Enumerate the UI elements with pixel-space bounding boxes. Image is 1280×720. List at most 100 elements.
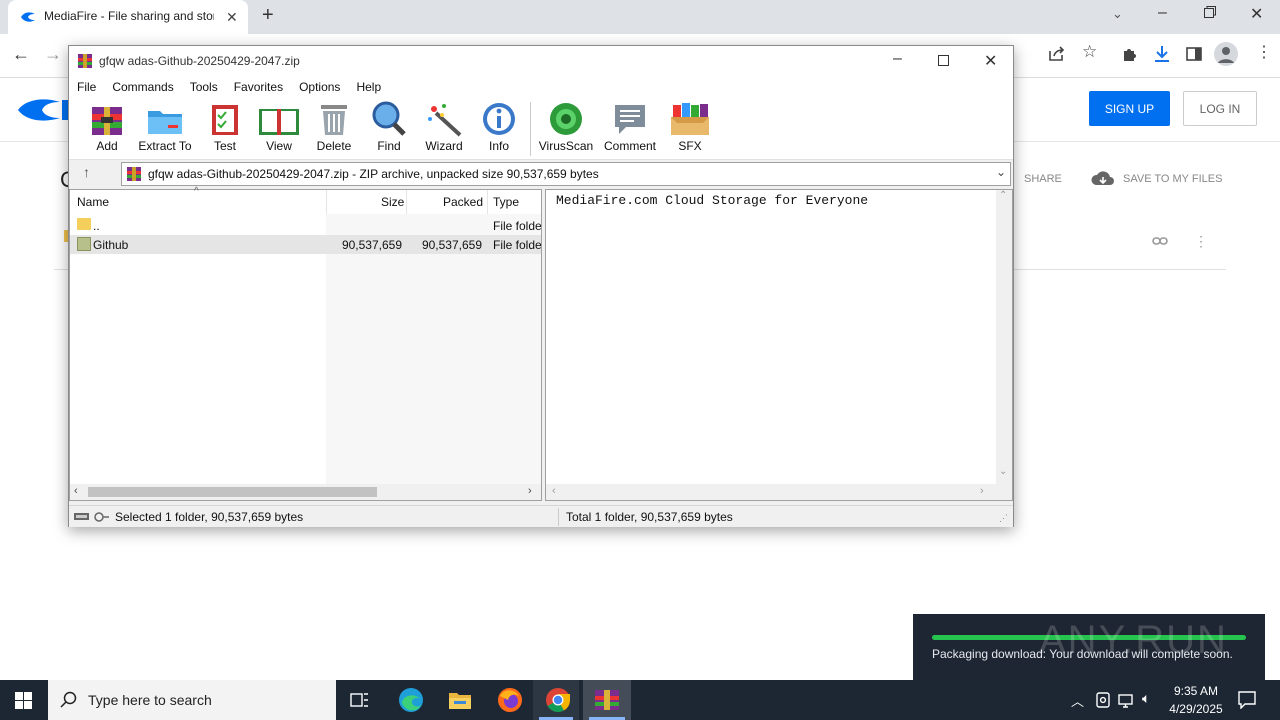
more-options-icon[interactable]: ⋮ xyxy=(1194,233,1208,250)
clock-date[interactable]: 4/29/2025 xyxy=(1163,702,1229,716)
comment-hscrollbar[interactable]: ‹ › xyxy=(546,484,1012,500)
table-row[interactable]: Github 90,537,659 90,537,659 File folder xyxy=(70,235,541,254)
scroll-down-icon[interactable]: ⌄ xyxy=(999,466,1007,477)
tray-chevron-up-icon[interactable]: ︿ xyxy=(1071,691,1084,710)
scroll-left-icon[interactable]: ‹ xyxy=(74,485,78,497)
copy-link-icon[interactable] xyxy=(1152,236,1168,246)
taskbar-winrar-slot[interactable] xyxy=(583,680,631,720)
address-dropdown[interactable]: gfqw adas-Github-20250429-2047.zip - ZIP… xyxy=(121,162,1011,186)
menu-file[interactable]: File xyxy=(69,80,104,94)
scroll-left-icon[interactable]: ‹ xyxy=(552,485,556,497)
extensions-puzzle-icon[interactable] xyxy=(1122,46,1138,62)
row-type: File folder xyxy=(493,219,541,233)
tray-volume-icon[interactable]: 🔈︎ xyxy=(1142,690,1150,707)
row-size: 90,537,659 xyxy=(341,238,402,252)
tray-device-icon[interactable] xyxy=(1096,692,1110,708)
tool-info-button[interactable]: Info xyxy=(469,101,529,153)
col-type-header[interactable]: Type xyxy=(493,190,519,214)
drive-keys-icon xyxy=(74,512,110,522)
winrar-minimize-icon[interactable]: – xyxy=(893,50,902,68)
share-page-icon[interactable] xyxy=(1048,46,1066,62)
file-list-header: ^ Name Size Packed Type xyxy=(70,186,541,214)
horizontal-scrollbar[interactable]: ‹ › xyxy=(70,484,541,500)
tool-wizard-button[interactable]: Wizard xyxy=(414,101,474,153)
menu-tools[interactable]: Tools xyxy=(182,80,226,94)
tray-network-icon[interactable] xyxy=(1118,692,1136,708)
restore-icon[interactable] xyxy=(1204,6,1216,18)
winrar-title: gfqw adas-Github-20250429-2047.zip xyxy=(99,54,300,68)
bookmark-star-icon[interactable]: ☆ xyxy=(1082,42,1097,62)
mf-share-link[interactable]: SHARE xyxy=(1024,173,1062,185)
row-name: Github xyxy=(93,238,129,252)
profile-avatar-icon[interactable] xyxy=(1214,42,1238,66)
new-tab-button[interactable]: + xyxy=(262,4,274,27)
menu-favorites[interactable]: Favorites xyxy=(226,80,291,94)
browser-close-icon[interactable]: ✕ xyxy=(1250,4,1263,24)
chrome-menu-icon[interactable]: ⋮ xyxy=(1256,42,1272,62)
mediafire-logo-icon[interactable] xyxy=(16,96,70,124)
status-divider xyxy=(558,508,559,526)
edge-browser-icon[interactable] xyxy=(398,687,424,713)
clock-time[interactable]: 9:35 AM xyxy=(1170,684,1222,698)
add-archive-icon xyxy=(89,101,125,137)
download-icon[interactable] xyxy=(1153,45,1171,63)
col-name-header[interactable]: Name xyxy=(77,190,109,214)
windows-start-icon[interactable] xyxy=(15,692,32,709)
minimize-icon[interactable]: – xyxy=(1158,4,1167,22)
tool-virusscan-button[interactable]: VirusScan xyxy=(536,101,596,153)
mf-save-link[interactable]: SAVE TO MY FILES xyxy=(1123,173,1222,185)
browser-tab[interactable]: MediaFire - File sharing and storage ✕ xyxy=(8,0,248,34)
sfx-box-icon xyxy=(669,101,711,137)
save-cloud-icon[interactable] xyxy=(1090,171,1116,187)
table-row[interactable]: .. File folder xyxy=(70,216,541,235)
scroll-right-icon[interactable]: › xyxy=(528,485,532,497)
folder-icon xyxy=(77,237,91,251)
up-folder-arrow-icon[interactable]: ↑ xyxy=(83,164,90,180)
notification-icon[interactable] xyxy=(1238,691,1256,709)
tool-comment-button[interactable]: Comment xyxy=(600,101,660,153)
winrar-titlebar[interactable]: gfqw adas-Github-20250429-2047.zip – ✕ xyxy=(69,46,1013,76)
tool-view-button[interactable]: View xyxy=(249,101,309,153)
file-explorer-icon[interactable] xyxy=(448,689,472,711)
tab-close-icon[interactable]: ✕ xyxy=(226,9,238,26)
row-packed: 90,537,659 xyxy=(421,238,482,252)
col-packed-header[interactable]: Packed xyxy=(443,190,483,214)
scrollbar-thumb[interactable] xyxy=(88,487,377,497)
col-size-header[interactable]: Size xyxy=(381,190,404,214)
tool-comment-label: Comment xyxy=(603,139,656,153)
winrar-close-icon[interactable]: ✕ xyxy=(984,51,997,71)
tool-delete-label: Delete xyxy=(316,139,352,153)
tool-add-button[interactable]: Add xyxy=(77,101,137,153)
signup-button[interactable]: SIGN UP xyxy=(1089,91,1170,126)
winrar-maximize-icon[interactable] xyxy=(938,55,949,66)
tool-extract-button[interactable]: Extract To xyxy=(135,101,195,153)
tab-search-chevron-icon[interactable]: ⌄ xyxy=(1112,6,1123,22)
row-name: .. xyxy=(93,219,100,233)
tool-sfx-button[interactable]: SFX xyxy=(660,101,720,153)
taskbar-chrome-slot[interactable] xyxy=(533,680,579,720)
menu-commands[interactable]: Commands xyxy=(104,80,181,94)
tool-test-button[interactable]: Test xyxy=(195,101,255,153)
col-divider xyxy=(406,190,407,214)
scroll-right-icon[interactable]: › xyxy=(980,485,984,497)
virus-scan-icon xyxy=(548,101,584,137)
tool-delete-button[interactable]: Delete xyxy=(304,101,364,153)
login-button[interactable]: LOG IN xyxy=(1183,91,1257,126)
address-chevron-down-icon[interactable]: ⌄ xyxy=(996,165,1006,179)
winrar-menubar: File Commands Tools Favorites Options He… xyxy=(69,76,1013,98)
col-divider xyxy=(487,190,488,214)
back-arrow-icon[interactable]: ← xyxy=(12,44,30,65)
side-panel-icon[interactable] xyxy=(1186,46,1202,62)
taskbar-search-box[interactable]: Type here to search xyxy=(48,680,336,720)
tool-find-button[interactable]: Find xyxy=(359,101,419,153)
resize-grip-icon[interactable]: ⋰ xyxy=(999,513,1008,524)
task-view-icon[interactable] xyxy=(350,691,370,709)
forward-arrow-icon[interactable]: → xyxy=(44,44,62,65)
vertical-scrollbar[interactable]: ⌃ ⌄ xyxy=(996,190,1012,484)
menu-help[interactable]: Help xyxy=(348,80,389,94)
status-total: Total 1 folder, 90,537,659 bytes xyxy=(566,510,733,524)
tool-add-label: Add xyxy=(96,139,118,153)
scroll-up-icon[interactable]: ⌃ xyxy=(999,190,1007,201)
menu-options[interactable]: Options xyxy=(291,80,348,94)
firefox-icon[interactable] xyxy=(497,687,523,713)
